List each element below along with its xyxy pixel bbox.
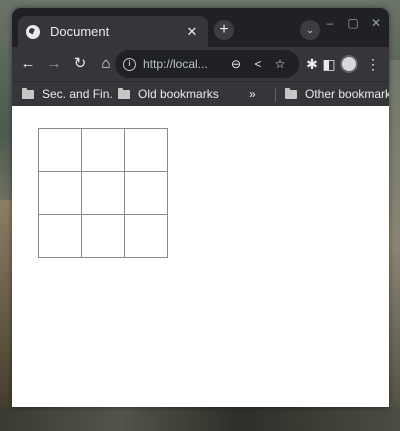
close-window-button[interactable]: ✕ [369, 16, 383, 30]
grid-cell [125, 172, 168, 215]
grid-cell [82, 172, 125, 215]
browser-window: Document ✕ + ⌄ – ▢ ✕ ← → ↻ ⌂ i http://lo… [12, 8, 389, 407]
browser-toolbar: ← → ↻ ⌂ i http://local... ⊖ < ☆ ✱ ◧ ⋮ [12, 47, 389, 81]
bookmark-folder-other[interactable]: Other bookmarks [285, 87, 389, 101]
grid-cell [82, 129, 125, 172]
folder-icon [285, 87, 297, 99]
bookmark-label: Old bookmarks [138, 87, 219, 101]
back-button[interactable]: ← [16, 52, 40, 76]
bookmark-label: Sec. and Fin. [42, 87, 113, 101]
side-panel-icon[interactable]: ◧ [318, 52, 340, 76]
tab-title: Document [50, 24, 110, 39]
desktop-background-right [388, 60, 400, 431]
title-bar: Document ✕ + ⌄ – ▢ ✕ [12, 8, 389, 47]
bookmark-folder-sec-fin[interactable]: Sec. and Fin. [22, 87, 113, 101]
bookmarks-overflow-button[interactable]: » [249, 87, 256, 101]
folder-icon [118, 87, 130, 99]
chevron-double-right-icon: » [249, 87, 256, 101]
grid-cell [125, 129, 168, 172]
reload-button[interactable]: ↻ [68, 52, 92, 76]
tab-close-icon[interactable]: ✕ [184, 24, 200, 40]
menu-icon[interactable]: ⋮ [362, 52, 384, 76]
bookmarks-separator [275, 88, 276, 102]
profile-avatar[interactable] [340, 55, 358, 73]
grid-table [38, 128, 168, 258]
site-info-icon[interactable]: i [123, 57, 136, 71]
globe-icon [26, 24, 40, 39]
bookmark-label: Other bookmarks [305, 87, 389, 101]
grid-cell [39, 129, 82, 172]
grid-cell [39, 215, 82, 258]
bookmark-star-icon[interactable]: ☆ [269, 57, 291, 71]
minimize-button[interactable]: – [323, 16, 337, 30]
bookmark-folder-old[interactable]: Old bookmarks [118, 87, 219, 101]
grid-cell [82, 215, 125, 258]
share-icon[interactable]: < [247, 57, 269, 71]
maximize-button[interactable]: ▢ [346, 16, 360, 30]
bookmarks-bar: Sec. and Fin. Old bookmarks » Other book… [12, 81, 389, 106]
tab-search-button[interactable]: ⌄ [300, 20, 320, 40]
forward-button[interactable]: → [42, 52, 66, 76]
folder-icon [22, 87, 34, 99]
address-bar[interactable]: i http://local... ⊖ < ☆ [115, 50, 299, 78]
zoom-icon[interactable]: ⊖ [225, 57, 247, 71]
page-content [12, 106, 389, 407]
tab-document[interactable]: Document ✕ [18, 16, 208, 47]
url-text[interactable]: http://local... [143, 57, 225, 71]
desktop-background-bottom [0, 407, 400, 431]
grid-cell [125, 215, 168, 258]
grid-cell [39, 172, 82, 215]
new-tab-button[interactable]: + [214, 20, 234, 40]
